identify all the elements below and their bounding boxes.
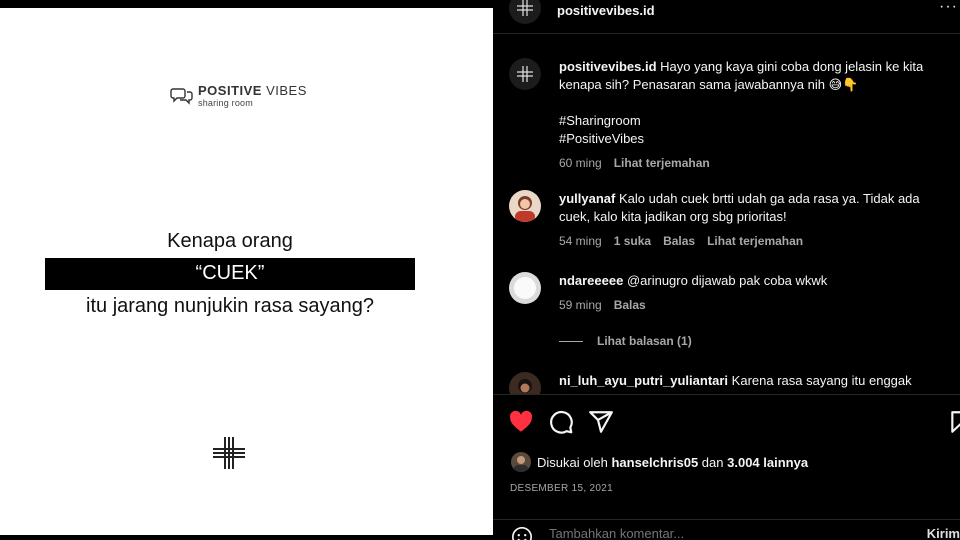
comment-likes[interactable]: 1 suka xyxy=(614,232,651,250)
post-image[interactable]: POSITIVE VIBES sharing room Kenapa orang… xyxy=(0,8,493,535)
comment-username[interactable]: ndareeeee xyxy=(559,273,623,288)
divider xyxy=(559,340,583,342)
avatar[interactable] xyxy=(509,190,541,222)
likes-and: dan xyxy=(701,454,724,470)
likes-count-link[interactable]: 3.004 lainnya xyxy=(727,455,808,470)
avatar[interactable] xyxy=(509,272,541,304)
view-replies-label: Lihat balasan (1) xyxy=(597,334,692,348)
question-line-1: Kenapa orang xyxy=(167,230,293,252)
brand-name: POSITIVE VIBES xyxy=(198,83,307,98)
bookmark-icon[interactable] xyxy=(948,409,960,435)
heart-icon[interactable] xyxy=(508,409,534,435)
add-comment-bar: Kirim xyxy=(493,519,960,540)
comment-username[interactable]: positivevibes.id xyxy=(559,59,657,74)
chat-bubbles-icon xyxy=(170,88,193,105)
more-horizontal-icon[interactable]: ··· xyxy=(939,0,958,16)
post-comment-button[interactable]: Kirim xyxy=(927,526,960,540)
comment-text: @arinugro dijawab pak coba wkwk xyxy=(626,273,828,288)
share-icon[interactable] xyxy=(588,409,614,435)
post-actions: Disukai oleh hanselchris05 dan 3.004 lai… xyxy=(493,394,960,540)
hashtag-link[interactable]: #PositiveVibes xyxy=(559,130,944,148)
reply-button[interactable]: Balas xyxy=(663,232,695,250)
brand-subtitle: sharing room xyxy=(198,98,253,108)
post-header: positivevibes.id ··· xyxy=(493,0,960,34)
post-date[interactable]: DESEMBER 15, 2021 xyxy=(510,483,613,494)
brand-logo: POSITIVE VIBES sharing room xyxy=(170,84,307,108)
likes-user-link[interactable]: hanselchris05 xyxy=(611,455,698,470)
avatar[interactable] xyxy=(509,0,541,24)
likes-prefix: Disukai oleh xyxy=(537,454,608,470)
comment-username[interactable]: yullyanaf xyxy=(559,191,615,206)
question-line-3: itu jarang nunjukin rasa sayang? xyxy=(86,295,374,317)
reply-button[interactable]: Balas xyxy=(614,296,646,314)
comment-time[interactable]: 60 ming xyxy=(559,154,602,172)
translate-link[interactable]: Lihat terjemahan xyxy=(707,232,803,250)
avatar[interactable] xyxy=(509,58,541,90)
header-username[interactable]: positivevibes.id xyxy=(557,3,655,18)
avatar xyxy=(511,452,531,472)
question-highlight: “CUEK” xyxy=(45,258,415,290)
post-side-panel: positivevibes.id ··· positivevibes.id Ha… xyxy=(493,0,960,540)
comments-list[interactable]: positivevibes.id Hayo yang kaya gini cob… xyxy=(493,34,960,394)
avatar[interactable] xyxy=(509,372,541,394)
comment-username[interactable]: ni_luh_ayu_putri_yuliantari xyxy=(559,373,728,388)
comment-time[interactable]: 59 ming xyxy=(559,296,602,314)
translate-link[interactable]: Lihat terjemahan xyxy=(614,154,710,172)
comment-text: Karena rasa sayang itu enggak xyxy=(731,373,912,388)
comment-icon[interactable] xyxy=(548,409,574,435)
likes-summary[interactable]: Disukai oleh hanselchris05 dan 3.004 lai… xyxy=(511,452,808,472)
view-replies-button[interactable]: Lihat balasan (1) xyxy=(559,334,692,348)
comment-input[interactable] xyxy=(549,526,869,540)
cross-logo-icon xyxy=(517,0,533,16)
emoji-icon[interactable] xyxy=(511,526,533,540)
hashtag-link[interactable]: #Sharingroom xyxy=(559,112,944,130)
cross-logo-icon xyxy=(213,437,245,469)
comment-time[interactable]: 54 ming xyxy=(559,232,602,250)
cross-logo-icon xyxy=(517,66,533,82)
